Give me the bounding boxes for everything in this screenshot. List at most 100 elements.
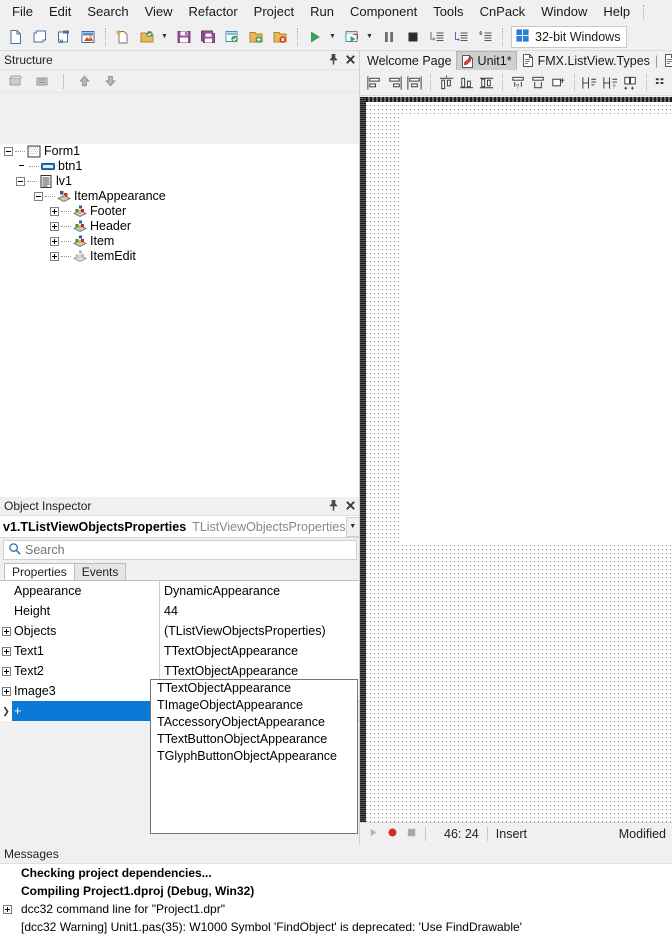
property-row-text1[interactable]: Text1 TTextObjectAppearance — [0, 641, 360, 661]
tab-overflow[interactable] — [659, 52, 672, 70]
expander-plus-icon[interactable] — [50, 222, 59, 231]
menu-item-view[interactable]: View — [137, 1, 181, 23]
property-row-objects[interactable]: Objects (TListViewObjectsProperties) — [0, 621, 360, 641]
expander-plus-icon[interactable] — [50, 207, 59, 216]
expander-plus-icon[interactable] — [50, 237, 59, 246]
record-indicator-icon[interactable] — [379, 827, 398, 841]
remove-file-icon[interactable] — [269, 26, 291, 48]
run-indicator-icon[interactable] — [360, 827, 379, 841]
structure-tree[interactable]: Form1 btn1 lv1 ItemAppearance Footer Hea… — [0, 144, 360, 497]
menu-item-file[interactable]: File — [4, 1, 41, 23]
menu-item-tools[interactable]: Tools — [425, 1, 471, 23]
run-without-debug-icon[interactable] — [341, 26, 363, 48]
add-new-object-dropdown[interactable]: TTextObjectAppearance TImageObjectAppear… — [150, 679, 358, 834]
tab-welcome-page[interactable]: Welcome Page — [363, 52, 456, 70]
expander-plus-icon[interactable] — [50, 252, 59, 261]
new-file-icon[interactable] — [5, 26, 27, 48]
stop-icon[interactable] — [402, 26, 424, 48]
tab-fmx-listview-types[interactable]: FMX.ListView.Types — [517, 52, 654, 70]
step-over-icon[interactable] — [450, 26, 472, 48]
property-value[interactable]: (TListViewObjectsProperties) — [160, 621, 360, 641]
expander-minus-icon[interactable] — [4, 147, 13, 156]
center-in-window-icon[interactable] — [549, 72, 569, 94]
run-to-cursor-icon[interactable] — [474, 26, 496, 48]
space-equally-horizontally-icon[interactable]: ? — [508, 72, 528, 94]
chevron-down-icon[interactable]: ▼ — [345, 516, 360, 537]
listview-control[interactable] — [399, 116, 672, 543]
property-value[interactable]: TTextObjectAppearance — [160, 641, 360, 661]
tab-events[interactable]: Events — [73, 563, 127, 580]
expander-plus-icon[interactable] — [1, 686, 11, 696]
row-expander-slot[interactable] — [0, 626, 12, 636]
message-row[interactable]: Compiling Project1.dproj (Debug, Win32) — [0, 882, 672, 900]
form-designer[interactable] — [360, 97, 672, 822]
tree-node-item[interactable]: Item — [0, 234, 360, 249]
add-file-icon[interactable] — [245, 26, 267, 48]
align-left-icon[interactable] — [364, 72, 384, 94]
message-row[interactable]: Checking project dependencies... — [0, 864, 672, 882]
make-same-height-icon[interactable]: ? — [600, 72, 620, 94]
open-folder-icon[interactable] — [136, 26, 158, 48]
row-expander-slot[interactable] — [0, 686, 12, 696]
size-to-fit-icon[interactable] — [620, 72, 640, 94]
save-icon[interactable] — [173, 26, 195, 48]
expander-plus-icon[interactable] — [1, 666, 11, 676]
tree-node-btn1[interactable]: btn1 — [0, 159, 360, 174]
expander-plus-icon[interactable] — [1, 626, 11, 636]
tab-order-icon[interactable] — [652, 72, 672, 94]
collapse-all-icon[interactable] — [6, 70, 28, 92]
message-row[interactable]: [dcc32 Warning] Unit1.pas(35): W1000 Sym… — [0, 918, 672, 936]
expander-plus-icon[interactable] — [3, 904, 12, 914]
dropdown-option-taccessoryobjectappearance[interactable]: TAccessoryObjectAppearance — [151, 714, 357, 731]
property-row-height[interactable]: Height 44 — [0, 601, 360, 621]
tree-node-itemappearance[interactable]: ItemAppearance — [0, 189, 360, 204]
insert-mode[interactable]: Insert — [496, 827, 527, 841]
tab-properties[interactable]: Properties — [4, 563, 75, 580]
align-bottom-icon[interactable] — [456, 72, 476, 94]
menu-item-edit[interactable]: Edit — [41, 1, 79, 23]
pin-icon[interactable] — [328, 499, 339, 512]
dropdown-option-tglyphbuttonobjectappearance[interactable]: TGlyphButtonObjectAppearance — [151, 748, 357, 765]
run-nodebug-dropdown-arrow-icon[interactable]: ▼ — [364, 26, 375, 48]
align-center-horizontally-icon[interactable] — [405, 72, 425, 94]
space-equally-vertically-icon[interactable] — [528, 72, 548, 94]
property-search-box[interactable] — [3, 540, 357, 560]
open-dropdown-arrow-icon[interactable]: ▼ — [159, 26, 170, 48]
menu-item-search[interactable]: Search — [79, 1, 136, 23]
message-row[interactable]: dcc32 command line for "Project1.dpr" — [0, 900, 672, 918]
menu-item-component[interactable]: Component — [342, 1, 425, 23]
run-dropdown-arrow-icon[interactable]: ▼ — [327, 26, 338, 48]
expander-minus-icon[interactable] — [16, 177, 25, 186]
tree-node-header[interactable]: Header — [0, 219, 360, 234]
tree-node-itemedit[interactable]: ItemEdit — [0, 249, 360, 264]
new-item-icon[interactable] — [112, 26, 134, 48]
move-up-icon[interactable] — [73, 70, 95, 92]
stop-indicator-icon[interactable] — [398, 827, 417, 841]
align-middle-icon[interactable] — [477, 72, 497, 94]
pin-icon[interactable] — [328, 53, 339, 66]
dropdown-option-ttextobjectappearance[interactable]: TTextObjectAppearance — [151, 680, 357, 697]
save-project-icon[interactable] — [221, 26, 243, 48]
menu-item-run[interactable]: Run — [302, 1, 342, 23]
menu-item-help[interactable]: Help — [595, 1, 638, 23]
open-file-icon[interactable] — [29, 26, 51, 48]
menu-item-refactor[interactable]: Refactor — [181, 1, 246, 23]
property-value[interactable]: 44 — [160, 601, 360, 621]
close-icon[interactable] — [345, 499, 356, 512]
close-icon[interactable] — [345, 53, 356, 66]
menu-item-window[interactable]: Window — [533, 1, 595, 23]
expand-all-icon[interactable] — [32, 70, 54, 92]
target-platform-selector[interactable]: 32-bit Windows — [511, 25, 628, 48]
tree-node-form1[interactable]: Form1 — [0, 144, 360, 159]
search-input[interactable] — [21, 542, 356, 558]
message-expander-slot[interactable] — [2, 904, 13, 914]
property-value[interactable]: DynamicAppearance — [160, 581, 360, 601]
tab-unit1[interactable]: Unit1* — [455, 51, 517, 70]
object-selector[interactable]: v1.TListViewObjectsProperties TListViewO… — [0, 516, 360, 538]
align-right-icon[interactable] — [384, 72, 404, 94]
dropdown-option-ttextbuttonobjectappearance[interactable]: TTextButtonObjectAppearance — [151, 731, 357, 748]
align-top-icon[interactable] — [436, 72, 456, 94]
property-row-appearance[interactable]: Appearance DynamicAppearance — [0, 581, 360, 601]
move-down-icon[interactable] — [99, 70, 121, 92]
pause-icon[interactable] — [378, 26, 400, 48]
